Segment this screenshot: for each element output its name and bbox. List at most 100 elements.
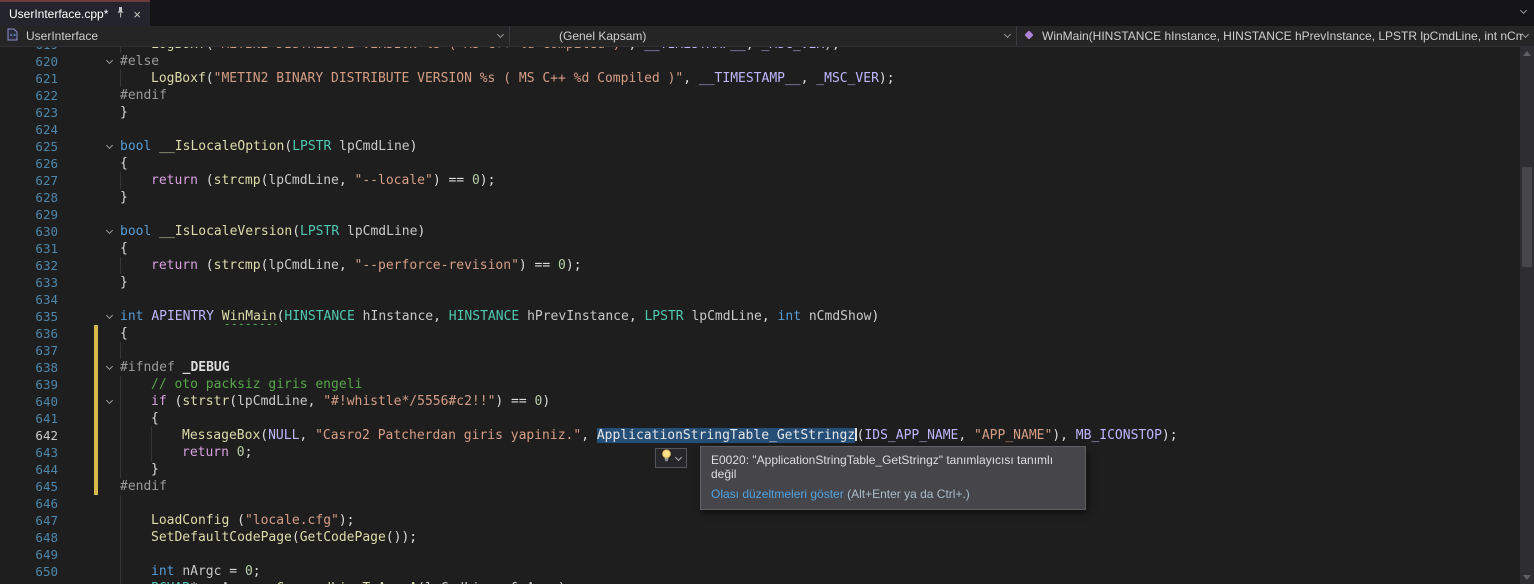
- indent-guide: [120, 257, 151, 274]
- code-line[interactable]: 622#endif: [0, 87, 1520, 104]
- code-token: ,: [683, 71, 699, 86]
- selected-identifier[interactable]: ApplicationStringTable_GetStringz: [597, 428, 855, 443]
- code-line[interactable]: 634: [0, 291, 1520, 308]
- fold-chevron-icon[interactable]: [105, 141, 112, 148]
- nav-member-dropdown[interactable]: WinMain(HINSTANCE hInstance, HINSTANCE h…: [1017, 26, 1534, 46]
- code-line[interactable]: 647LoadConfig ("locale.cfg");: [0, 512, 1520, 529]
- code-token: );: [879, 71, 895, 86]
- indent-guide: [120, 172, 151, 189]
- fold-chevron-icon[interactable]: [105, 226, 112, 233]
- code-line[interactable]: 625 bool __IsLocaleOption(LPSTR lpCmdLine…: [0, 138, 1520, 155]
- code-token: "Casro2 Patcherdan giris yapiniz.": [315, 428, 581, 443]
- fold-chevron-icon[interactable]: [105, 311, 112, 318]
- line-number: 636: [0, 325, 60, 342]
- nav-file-dropdown[interactable]: UserInterface: [0, 26, 510, 46]
- code-token: ,: [339, 258, 355, 273]
- code-token: // oto packsiz giris engeli: [151, 377, 362, 392]
- code-token: ;: [245, 445, 253, 460]
- close-icon[interactable]: ×: [133, 8, 141, 21]
- show-fixes-link[interactable]: Olası düzeltmeleri göster: [711, 487, 844, 501]
- code-line[interactable]: 628}: [0, 189, 1520, 206]
- code-text: [120, 342, 1520, 359]
- code-token: int: [778, 309, 801, 324]
- code-token: strcmp: [214, 258, 261, 273]
- gutter-spacer: [60, 444, 94, 461]
- code-text: [120, 546, 1520, 563]
- code-token: ,: [762, 309, 778, 324]
- code-line[interactable]: 633}: [0, 274, 1520, 291]
- line-number: 637: [0, 342, 60, 359]
- code-line[interactable]: 629: [0, 206, 1520, 223]
- fold-column: [98, 444, 120, 461]
- nav-scope-dropdown[interactable]: (Genel Kapsam): [510, 26, 1017, 46]
- line-number: 644: [0, 461, 60, 478]
- code-line[interactable]: 651PCHAR* szArgv = CommandLineToArgvA(lp…: [0, 580, 1520, 584]
- fold-chevron-icon[interactable]: [105, 396, 112, 403]
- code-text: bool __IsLocaleOption(LPSTR lpCmdLine): [120, 138, 1520, 155]
- code-token: ) ==: [519, 258, 558, 273]
- gutter-spacer: [60, 257, 94, 274]
- fold-chevron-icon[interactable]: [105, 362, 112, 369]
- code-line[interactable]: 639// oto packsiz giris engeli: [0, 376, 1520, 393]
- code-token: [229, 445, 237, 460]
- pin-icon[interactable]: [116, 7, 125, 21]
- code-line[interactable]: 642MessageBox(NULL, "Casro2 Patcherdan g…: [0, 427, 1520, 444]
- tab-title: UserInterface.cpp*: [9, 7, 108, 21]
- code-token: [331, 139, 339, 154]
- code-line[interactable]: 641{: [0, 410, 1520, 427]
- code-token: );: [339, 513, 355, 528]
- code-line[interactable]: 631{: [0, 240, 1520, 257]
- code-token: IDS_APP_NAME: [864, 428, 958, 443]
- gutter-spacer: [60, 529, 94, 546]
- code-line[interactable]: 638#ifndef _DEBUG: [0, 359, 1520, 376]
- code-line[interactable]: 650int nArgc = 0;: [0, 563, 1520, 580]
- code-token: ): [417, 224, 425, 239]
- code-line[interactable]: 623}: [0, 104, 1520, 121]
- fold-column: [98, 240, 120, 257]
- code-line[interactable]: 627return (strcmp(lpCmdLine, "--locale")…: [0, 172, 1520, 189]
- quick-actions-lightbulb[interactable]: [655, 448, 687, 468]
- indent-guide: [120, 512, 151, 529]
- code-token: [175, 360, 183, 375]
- code-token: }: [151, 462, 159, 477]
- code-line[interactable]: 630bool __IsLocaleVersion(LPSTR lpCmdLin…: [0, 223, 1520, 240]
- code-line[interactable]: 626{: [0, 155, 1520, 172]
- code-token: );: [566, 258, 582, 273]
- code-token: "#!whistle*/5556#c2!!": [323, 394, 495, 409]
- code-token: MB_ICONSTOP: [1076, 428, 1162, 443]
- tab-userinterface[interactable]: UserInterface.cpp* ×: [0, 0, 150, 26]
- indent-guide: [120, 376, 151, 393]
- vertical-scrollbar[interactable]: [1520, 47, 1534, 584]
- code-line[interactable]: 632return (strcmp(lpCmdLine, "--perforce…: [0, 257, 1520, 274]
- tabstrip-chevron-down-icon[interactable]: [1520, 7, 1527, 14]
- code-line[interactable]: 621LogBoxf("METIN2 BINARY DISTRIBUTE VER…: [0, 70, 1520, 87]
- code-line[interactable]: 620#else: [0, 53, 1520, 70]
- code-line[interactable]: 648SetDefaultCodePage(GetCodePage());: [0, 529, 1520, 546]
- scrollbar-up-arrow-icon[interactable]: [1523, 51, 1531, 56]
- code-line[interactable]: 624: [0, 121, 1520, 138]
- code-line[interactable]: 640if (strstr(lpCmdLine, "#!whistle*/555…: [0, 393, 1520, 410]
- fold-chevron-icon[interactable]: [105, 56, 112, 63]
- code-token: #else: [120, 54, 159, 69]
- code-token: __TIMESTAMP__: [699, 71, 801, 86]
- tooltip-action-row: Olası düzeltmeleri göster (Alt+Enter ya …: [701, 485, 1085, 509]
- line-number: 625: [0, 138, 60, 155]
- cpp-file-icon: [6, 28, 19, 44]
- code-token: (: [167, 394, 183, 409]
- scrollbar-down-arrow-icon[interactable]: [1523, 575, 1531, 580]
- code-token: LogBoxf: [151, 47, 206, 52]
- code-line[interactable]: 649: [0, 546, 1520, 563]
- chevron-down-icon: [1004, 31, 1011, 38]
- scrollbar-thumb[interactable]: [1522, 167, 1532, 267]
- code-token: {: [120, 156, 128, 171]
- code-line[interactable]: 637: [0, 342, 1520, 359]
- code-text: int APIENTRY WinMain(HINSTANCE hInstance…: [120, 308, 1520, 325]
- code-token: __IsLocaleVersion: [159, 224, 292, 239]
- fold-column: [98, 325, 120, 342]
- line-number: 628: [0, 189, 60, 206]
- code-text: bool __IsLocaleVersion(LPSTR lpCmdLine): [120, 223, 1520, 240]
- indent-guide: [120, 70, 151, 87]
- code-token: [519, 309, 527, 324]
- code-line[interactable]: 635int APIENTRY WinMain(HINSTANCE hInsta…: [0, 308, 1520, 325]
- code-line[interactable]: 636{: [0, 325, 1520, 342]
